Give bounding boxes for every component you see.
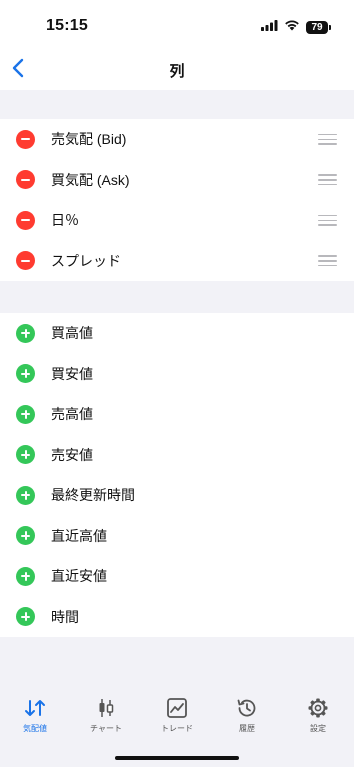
tab-label: 気配値 bbox=[23, 724, 47, 733]
tab-chart[interactable]: チャート bbox=[76, 698, 136, 734]
list-item: 時間 bbox=[0, 597, 354, 638]
status-icons: 79 bbox=[261, 18, 331, 36]
remove-icon[interactable] bbox=[16, 251, 35, 271]
column-label: 売高値 bbox=[51, 406, 93, 423]
column-label: 直近高値 bbox=[51, 527, 107, 544]
add-icon[interactable] bbox=[16, 607, 35, 627]
chart-icon bbox=[99, 699, 114, 717]
home-indicator[interactable] bbox=[115, 756, 239, 760]
history-icon bbox=[237, 699, 256, 717]
column-label: 最終更新時間 bbox=[51, 487, 135, 504]
list-item: 売高値 bbox=[0, 394, 354, 435]
drag-handle-icon[interactable] bbox=[318, 174, 337, 186]
battery-indicator: 79 bbox=[306, 20, 331, 34]
column-label: 時間 bbox=[51, 608, 79, 625]
remove-icon[interactable] bbox=[16, 129, 35, 149]
list-item: 買高値 bbox=[0, 313, 354, 354]
list-item: 日％ bbox=[0, 200, 354, 241]
drag-handle-icon[interactable] bbox=[318, 133, 337, 145]
column-label: 買気配 (Ask) bbox=[51, 171, 130, 188]
tab-trade[interactable]: トレード bbox=[147, 698, 207, 734]
selected-columns-list: 売気配 (Bid) 買気配 (Ask) 日％ スプレッド bbox=[0, 119, 354, 281]
drag-handle-icon[interactable] bbox=[318, 255, 337, 267]
column-label: 売安値 bbox=[51, 446, 93, 463]
add-icon[interactable] bbox=[16, 323, 35, 343]
list-item: 買安値 bbox=[0, 354, 354, 395]
settings-icon bbox=[308, 698, 328, 718]
tab-bar: 気配値 チャート トレード 履歴 設定 bbox=[0, 686, 354, 767]
column-label: 買高値 bbox=[51, 325, 93, 342]
column-label: 買安値 bbox=[51, 365, 93, 382]
add-icon[interactable] bbox=[16, 364, 35, 384]
remove-icon[interactable] bbox=[16, 210, 35, 230]
add-icon[interactable] bbox=[16, 445, 35, 465]
available-columns-list: 買高値 買安値 売高値 売安値 最終更新時間 直近高値 直近安値 時間 bbox=[0, 313, 354, 637]
add-icon[interactable] bbox=[16, 404, 35, 424]
list-item: 直近高値 bbox=[0, 516, 354, 557]
trade-icon bbox=[167, 698, 187, 718]
wifi-icon bbox=[284, 18, 300, 36]
tab-settings[interactable]: 設定 bbox=[288, 698, 348, 734]
column-label: 日％ bbox=[51, 212, 79, 229]
tab-label: チャート bbox=[90, 724, 122, 733]
tab-quotes[interactable]: 気配値 bbox=[5, 698, 65, 734]
list-item: スプレッド bbox=[0, 241, 354, 282]
list-item: 買気配 (Ask) bbox=[0, 160, 354, 201]
signal-icon bbox=[261, 18, 278, 36]
column-label: 直近安値 bbox=[51, 568, 107, 585]
tab-label: 設定 bbox=[310, 724, 326, 733]
nav-bar: 列 bbox=[0, 46, 354, 90]
add-icon[interactable] bbox=[16, 566, 35, 586]
column-label: スプレッド bbox=[51, 252, 121, 269]
add-icon[interactable] bbox=[16, 526, 35, 546]
list-item: 売安値 bbox=[0, 435, 354, 476]
list-item: 最終更新時間 bbox=[0, 475, 354, 516]
tab-history[interactable]: 履歴 bbox=[217, 698, 277, 734]
list-item: 売気配 (Bid) bbox=[0, 119, 354, 160]
remove-icon[interactable] bbox=[16, 170, 35, 190]
column-label: 売気配 (Bid) bbox=[51, 131, 127, 148]
page-title: 列 bbox=[169, 63, 185, 80]
quotes-icon bbox=[25, 700, 45, 716]
status-bar: 15:15 79 bbox=[0, 0, 354, 46]
add-icon[interactable] bbox=[16, 485, 35, 505]
list-item: 直近安値 bbox=[0, 556, 354, 597]
tab-label: トレード bbox=[161, 724, 193, 733]
status-time: 15:15 bbox=[46, 17, 88, 34]
drag-handle-icon[interactable] bbox=[318, 214, 337, 226]
tab-label: 履歴 bbox=[239, 724, 255, 733]
